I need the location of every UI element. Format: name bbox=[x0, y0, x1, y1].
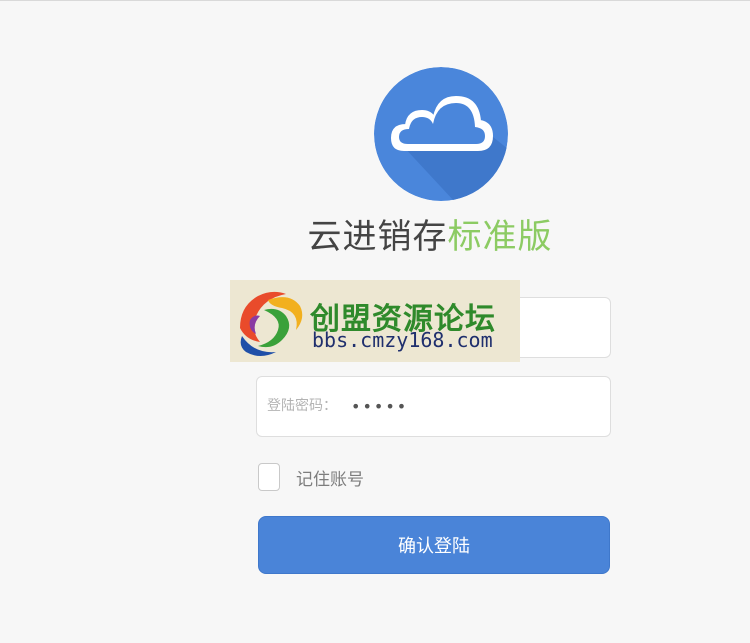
remember-label: 记住账号 bbox=[296, 469, 364, 490]
forum-watermark: 创盟资源论坛 bbs.cmzy168.com bbox=[230, 280, 520, 362]
remember-checkbox[interactable] bbox=[258, 463, 280, 491]
password-field[interactable]: 登陆密码： ••••• bbox=[256, 376, 611, 437]
watermark-logo bbox=[240, 291, 303, 356]
watermark-url: bbs.cmzy168.com bbox=[312, 328, 493, 352]
password-value[interactable]: ••••• bbox=[351, 377, 408, 436]
remember-account[interactable]: 记住账号 bbox=[258, 462, 364, 492]
app-logo bbox=[374, 67, 508, 201]
top-divider bbox=[0, 0, 750, 1]
app-title: 云进销存 标准版 bbox=[300, 207, 560, 259]
login-button[interactable]: 确认登陆 bbox=[258, 516, 610, 574]
cloud-icon bbox=[374, 67, 508, 201]
app-edition: 标准版 bbox=[447, 216, 553, 257]
password-label: 登陆密码： bbox=[267, 398, 337, 414]
app-name: 云进销存 bbox=[307, 216, 448, 257]
